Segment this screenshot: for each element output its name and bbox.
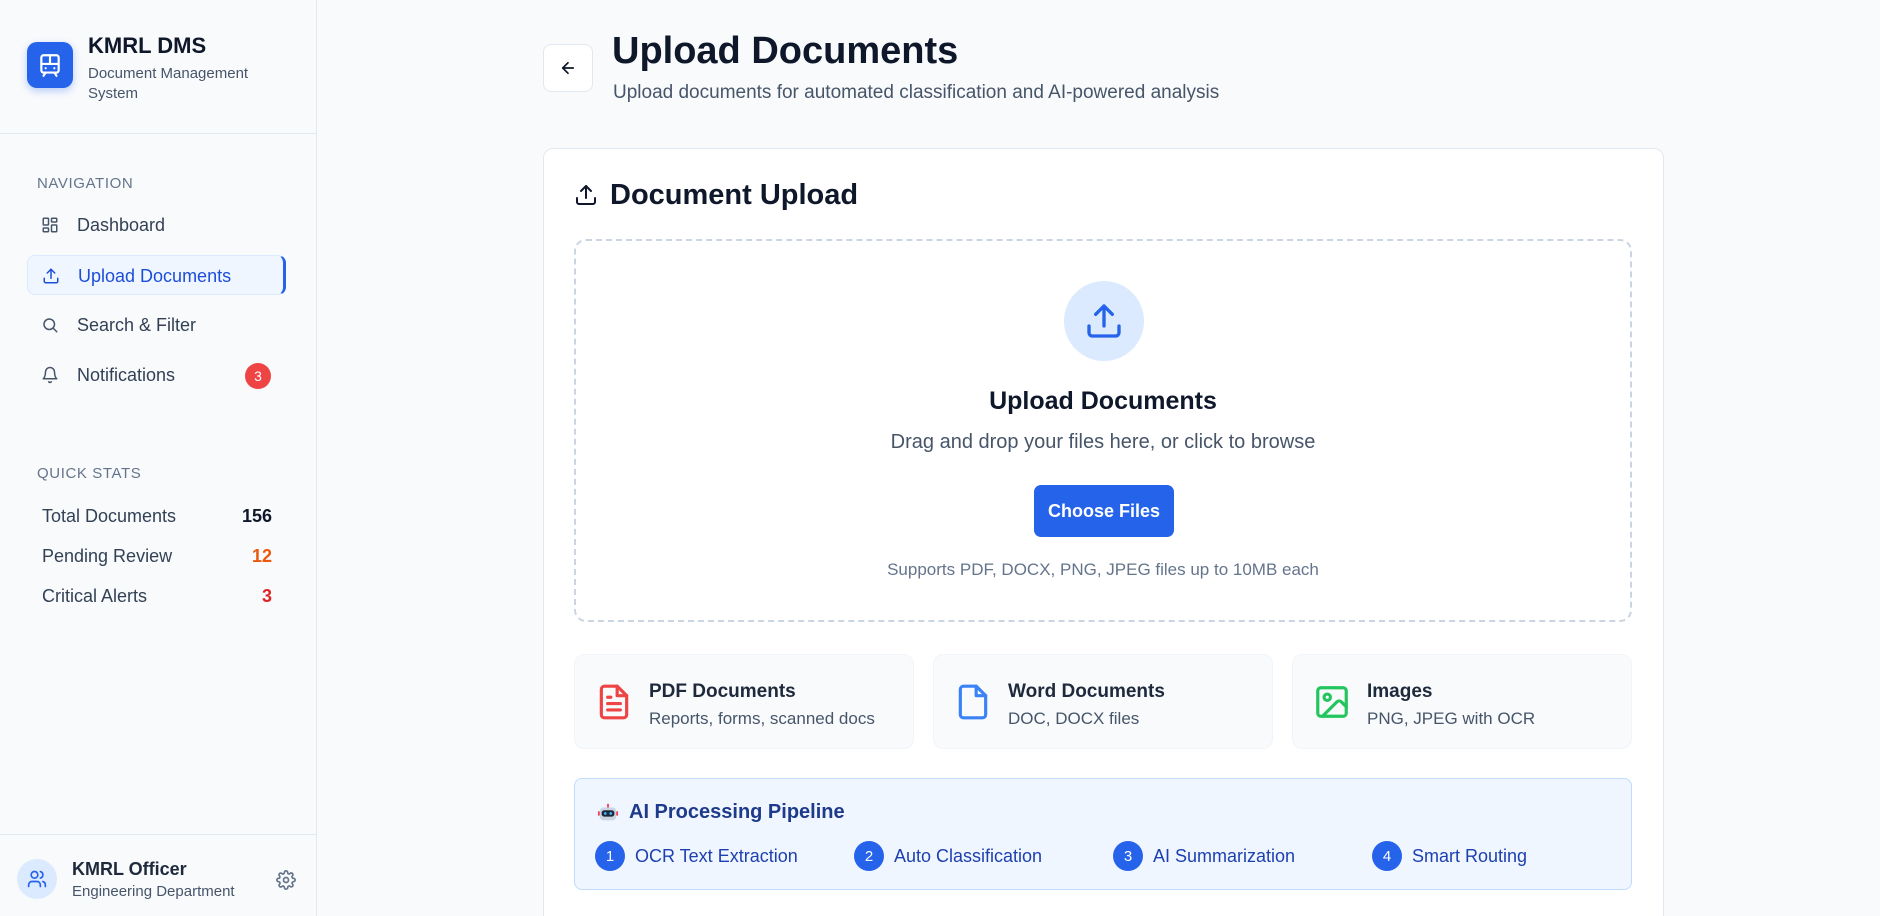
brand-header: KMRL DMS Document Management System [0, 0, 316, 134]
train-logo-icon [27, 42, 73, 88]
file-type-images: Images PNG, JPEG with OCR [1292, 654, 1632, 749]
dropzone-note: Supports PDF, DOCX, PNG, JPEG files up t… [887, 560, 1319, 579]
file-text-icon [599, 684, 629, 720]
step-label: AI Summarization [1153, 845, 1296, 866]
card-title: Document Upload [610, 178, 859, 211]
pipeline-step: 2 Auto Classification [854, 841, 1042, 871]
user-name: KMRL Officer [72, 859, 187, 879]
stat-label: Total Documents [42, 506, 177, 526]
pipeline-step: 3 AI Summarization [1113, 841, 1295, 871]
ai-pipeline-panel: AI Processing Pipeline 1 OCR Text Extrac… [574, 778, 1632, 890]
arrow-left-icon [561, 61, 575, 75]
pipeline-header: AI Processing Pipeline [597, 801, 845, 824]
robot-icon [597, 803, 619, 820]
file-type-subtitle: PNG, JPEG with OCR [1367, 709, 1536, 728]
step-number: 3 [1113, 841, 1143, 871]
file-icon [958, 684, 988, 720]
file-dropzone[interactable]: Upload Documents Drag and drop your file… [574, 239, 1632, 622]
stat-value: 156 [241, 506, 272, 526]
upload-icon [576, 185, 596, 205]
stat-label: Critical Alerts [42, 586, 148, 606]
avatar[interactable] [17, 859, 57, 899]
sidebar-item-search-filter[interactable]: Search & Filter [27, 305, 286, 345]
upload-icon [43, 268, 59, 284]
stat-value: 12 [251, 546, 272, 566]
step-number: 4 [1372, 841, 1402, 871]
user-department: Engineering Department [72, 883, 235, 900]
users-icon [27, 870, 47, 888]
file-type-pdf: PDF Documents Reports, forms, scanned do… [574, 654, 914, 749]
grid-icon [42, 217, 58, 233]
step-number: 1 [595, 841, 625, 871]
sidebar-item-label: Search & Filter [77, 315, 197, 335]
file-type-title: Word Documents [1008, 681, 1165, 702]
stats-section-label: QUICK STATS [37, 465, 142, 482]
bell-icon [42, 366, 58, 384]
sidebar-item-upload-documents[interactable]: Upload Documents [27, 255, 286, 295]
sidebar-item-label: Upload Documents [78, 266, 232, 286]
step-label: Auto Classification [894, 845, 1043, 866]
pipeline-step: 1 OCR Text Extraction [595, 841, 798, 871]
sidebar-item-dashboard[interactable]: Dashboard [27, 205, 286, 245]
stat-critical-alerts: Critical Alerts 3 [42, 586, 272, 610]
page-subtitle: Upload documents for automated classific… [613, 82, 1220, 103]
stat-label: Pending Review [42, 546, 173, 566]
upload-circle-icon [1064, 281, 1144, 361]
dropzone-title: Upload Documents [989, 387, 1217, 415]
step-number: 2 [854, 841, 884, 871]
sidebar-item-label: Dashboard [77, 215, 166, 235]
file-type-subtitle: DOC, DOCX files [1008, 709, 1140, 728]
pipeline-title: AI Processing Pipeline [629, 801, 845, 823]
back-button[interactable] [543, 44, 593, 92]
user-profile: KMRL Officer Engineering Department [0, 834, 316, 916]
pipeline-step: 4 Smart Routing [1372, 841, 1527, 871]
stat-total-documents: Total Documents 156 [42, 506, 272, 530]
file-type-subtitle: Reports, forms, scanned docs [649, 709, 875, 728]
sidebar-item-notifications[interactable]: Notifications 3 [27, 355, 286, 395]
file-type-title: PDF Documents [649, 681, 796, 702]
notification-count-badge: 3 [245, 363, 271, 389]
stat-pending-review: Pending Review 12 [42, 546, 272, 570]
image-icon [1316, 686, 1348, 718]
nav-section-label: NAVIGATION [37, 175, 134, 192]
stat-value: 3 [261, 586, 272, 606]
file-type-title: Images [1367, 681, 1433, 702]
sidebar-item-label: Notifications [77, 365, 176, 385]
choose-files-button[interactable]: Choose Files [1034, 485, 1174, 537]
step-label: Smart Routing [1412, 845, 1528, 866]
search-icon [43, 318, 58, 333]
app-name: KMRL DMS [88, 33, 207, 58]
page-title: Upload Documents [612, 30, 959, 72]
file-type-word: Word Documents DOC, DOCX files [933, 654, 1273, 749]
upload-icon [1087, 304, 1121, 338]
step-label: OCR Text Extraction [635, 845, 798, 866]
document-upload-card: Document Upload Upload Documents Drag an… [543, 148, 1664, 916]
card-header: Document Upload [574, 177, 858, 213]
app-subtitle: Document Management System [88, 65, 249, 102]
gear-icon[interactable] [276, 870, 296, 890]
dropzone-subtitle: Drag and drop your files here, or click … [890, 431, 1316, 453]
sidebar: KMRL DMS Document Management System NAVI… [0, 0, 317, 916]
